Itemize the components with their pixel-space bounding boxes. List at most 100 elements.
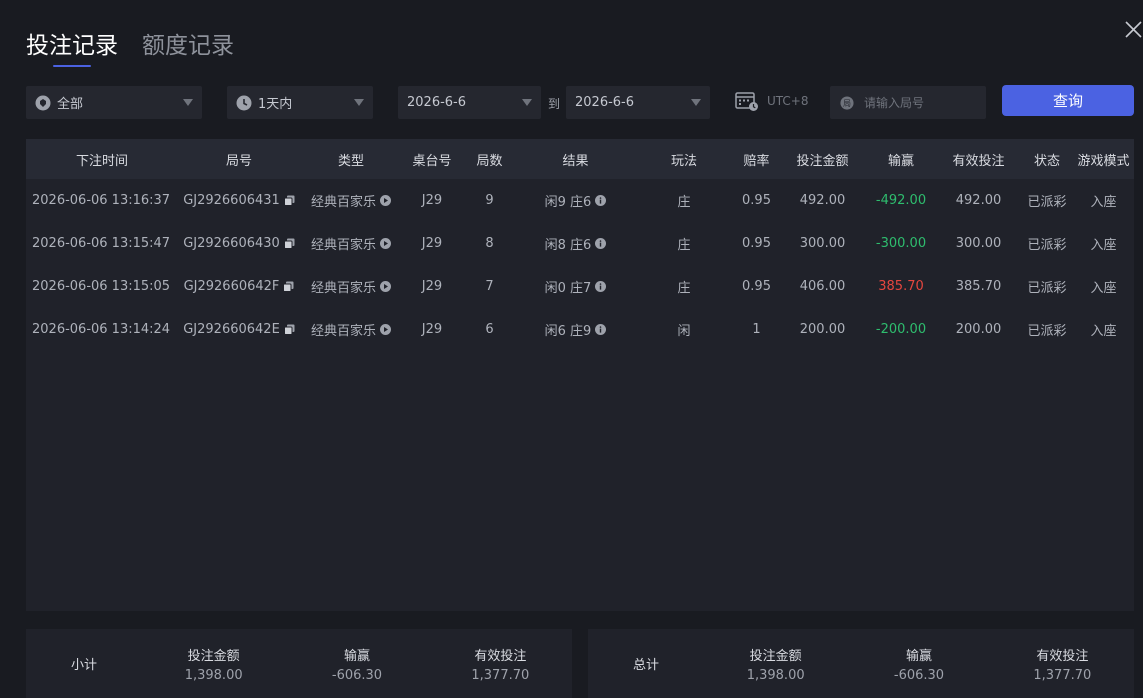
header-valid-bet: 有效投注 (952, 153, 1005, 169)
round-count: 7 (485, 279, 494, 294)
round-count: 6 (485, 322, 494, 337)
close-button[interactable] (1113, 14, 1143, 44)
total-bet-label: 投注金额 (749, 648, 802, 664)
total-valid-value: 1,377.70 (1033, 667, 1092, 683)
play-icon[interactable] (380, 238, 391, 249)
bet-play: 闲 (677, 324, 691, 339)
header-bet-time: 下注时间 (75, 153, 128, 169)
copy-icon[interactable] (283, 195, 295, 206)
header-status: 状态 (1033, 153, 1060, 169)
timezone-indicator[interactable]: UTC+8 (735, 90, 808, 112)
table-no: J29 (421, 236, 443, 251)
result: 闲8 庄6 (544, 238, 592, 253)
subtotal-winloss-value: -606.30 (331, 667, 383, 683)
date-to-value: 2026-6-6 (575, 95, 635, 110)
total-winloss-value: -606.30 (893, 667, 945, 683)
result-cell: 闲8 庄6 (517, 234, 634, 253)
date-to-select[interactable]: 2026-6-6 (566, 86, 710, 119)
copy-icon[interactable] (283, 324, 295, 335)
header-round-id: 局号 (225, 153, 252, 169)
header-bet-play: 玩法 (670, 153, 697, 169)
dropdown-arrow-icon (691, 99, 701, 106)
header-round-count: 局数 (476, 153, 503, 169)
info-icon[interactable] (595, 238, 607, 249)
time-range-select[interactable]: 1天内 (227, 86, 373, 119)
odds: 0.95 (742, 236, 771, 251)
round-search-icon: 局 (840, 95, 854, 110)
table-row[interactable]: 2026-06-06 13:14:24 GJ292660642E 经典百家乐 J… (26, 308, 1134, 351)
info-icon[interactable] (595, 195, 607, 206)
close-icon (1125, 21, 1142, 38)
round-id-cell: GJ292660642F (178, 279, 300, 294)
copy-icon[interactable] (283, 238, 295, 249)
table-no: J29 (421, 193, 443, 208)
table-row[interactable]: 2026-06-06 13:15:05 GJ292660642F 经典百家乐 J… (26, 265, 1134, 308)
bet-play: 庄 (677, 238, 691, 253)
table-no: J29 (421, 322, 443, 337)
result: 闲0 庄7 (544, 281, 592, 296)
svg-text:局: 局 (843, 99, 851, 108)
tab-bet-records[interactable]: 投注记录 (26, 26, 118, 67)
table-row[interactable]: 2026-06-06 13:15:47 GJ2926606430 经典百家乐 J… (26, 222, 1134, 265)
header-table-no: 桌台号 (412, 153, 452, 169)
type-cell: 经典百家乐 (300, 277, 402, 296)
time-range-value: 1天内 (258, 97, 293, 112)
game-mode: 入座 (1090, 324, 1117, 339)
status: 已派彩 (1027, 238, 1067, 253)
info-icon[interactable] (595, 281, 607, 292)
bet-time: 2026-06-06 13:15:47 (32, 236, 171, 251)
header-odds: 赔率 (743, 153, 770, 169)
header-type: 类型 (337, 153, 364, 169)
result-cell: 闲9 庄6 (517, 191, 634, 210)
query-button[interactable]: 查询 (1002, 85, 1134, 116)
round-id-cell: GJ292660642E (178, 322, 300, 337)
bet-play: 庄 (677, 281, 691, 296)
bet-amount: 200.00 (799, 322, 846, 337)
valid-bet: 300.00 (955, 236, 1002, 251)
bet-amount: 300.00 (799, 236, 846, 251)
round-id: GJ292660642F (183, 279, 280, 294)
bet-time: 2026-06-06 13:14:24 (32, 322, 171, 337)
date-from-select[interactable]: 2026-6-6 (398, 86, 541, 119)
game-type: 经典百家乐 (310, 238, 376, 253)
round-search-field[interactable]: 局 (830, 86, 986, 119)
round-id: GJ2926606431 (183, 193, 280, 208)
game-mode: 入座 (1090, 195, 1117, 210)
bet-amount: 406.00 (799, 279, 846, 294)
table-row[interactable]: 2026-06-06 13:16:37 GJ2926606431 经典百家乐 J… (26, 179, 1134, 222)
round-search-input[interactable] (862, 94, 986, 111)
bet-records-table: 下注时间 局号 类型 桌台号 局数 结果 玩法 赔率 投注金额 输赢 有效投注 … (26, 139, 1134, 611)
total-bet-value: 1,398.00 (746, 667, 805, 683)
total-winloss: 输赢 -606.30 (847, 645, 990, 683)
subtotal-winloss-label: 输赢 (343, 648, 370, 664)
copy-icon[interactable] (283, 281, 294, 292)
category-select[interactable]: 全部 (26, 86, 202, 119)
subtotal-bet-label: 投注金额 (187, 648, 240, 664)
play-icon[interactable] (380, 281, 391, 292)
bet-time: 2026-06-06 13:16:37 (32, 193, 171, 208)
odds: 0.95 (742, 279, 771, 294)
subtotal-bet: 投注金额 1,398.00 (142, 645, 285, 683)
play-icon[interactable] (380, 324, 391, 335)
subtotal-label: 小计 (70, 658, 97, 673)
win-loss: -300.00 (875, 236, 927, 251)
total-valid: 有效投注 1,377.70 (991, 645, 1134, 683)
header-win-loss: 输赢 (887, 153, 914, 169)
subtotal-valid-label: 有效投注 (474, 648, 527, 664)
round-id-cell: GJ2926606431 (178, 193, 300, 208)
header-result: 结果 (562, 153, 589, 169)
type-cell: 经典百家乐 (300, 191, 402, 210)
dropdown-arrow-icon (354, 99, 364, 106)
tab-credit-records[interactable]: 额度记录 (142, 26, 234, 60)
result: 闲9 庄6 (544, 195, 592, 210)
table-header: 下注时间 局号 类型 桌台号 局数 结果 玩法 赔率 投注金额 输赢 有效投注 … (26, 139, 1134, 179)
round-id-cell: GJ2926606430 (178, 236, 300, 251)
info-icon[interactable] (595, 324, 607, 335)
win-loss: -492.00 (875, 193, 927, 208)
play-icon[interactable] (380, 195, 391, 206)
subtotal-valid-value: 1,377.70 (471, 667, 530, 683)
win-loss: -200.00 (875, 322, 927, 337)
date-range-separator: 到 (548, 97, 561, 111)
status: 已派彩 (1027, 281, 1067, 296)
bet-play: 庄 (677, 195, 691, 210)
